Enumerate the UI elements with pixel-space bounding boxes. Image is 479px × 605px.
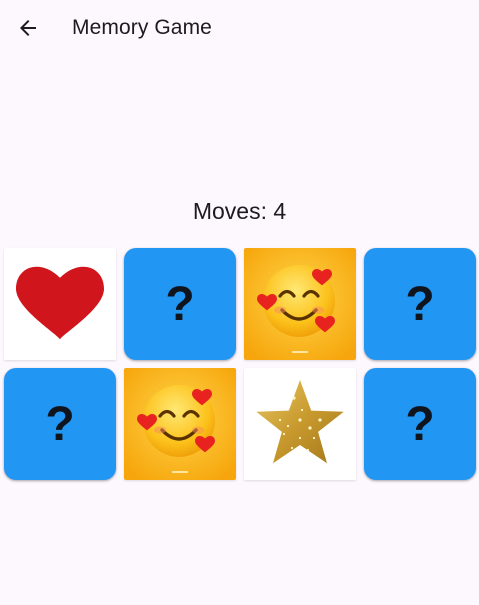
card-hidden[interactable]: ? <box>364 248 476 360</box>
card-grid: ? ?? ? <box>4 248 476 480</box>
question-mark-icon: ? <box>165 278 195 331</box>
question-mark-icon: ? <box>405 398 435 451</box>
card-hidden[interactable]: ? <box>4 368 116 480</box>
card-hidden[interactable]: ? <box>364 368 476 480</box>
card-revealed-heart[interactable] <box>4 248 116 360</box>
moves-label: Moves <box>193 198 274 224</box>
page-title: Memory Game <box>72 16 212 39</box>
moves-value: 4 <box>273 198 287 224</box>
back-button[interactable] <box>4 4 52 52</box>
card-revealed-smiling-face-with-hearts[interactable] <box>124 368 236 480</box>
gold-star-icon <box>244 368 356 480</box>
heart-icon <box>4 248 116 360</box>
app-bar: Memory Game <box>0 0 479 56</box>
smiling-face-with-hearts-icon <box>124 368 236 480</box>
card-hidden[interactable]: ? <box>124 248 236 360</box>
arrow-left-icon <box>16 16 40 40</box>
smiling-face-with-hearts-icon <box>244 248 356 360</box>
moves-counter: Moves4 <box>0 196 479 226</box>
question-mark-icon: ? <box>45 398 75 451</box>
card-revealed-smiling-face-with-hearts[interactable] <box>244 248 356 360</box>
question-mark-icon: ? <box>405 278 435 331</box>
card-revealed-gold-star[interactable] <box>244 368 356 480</box>
